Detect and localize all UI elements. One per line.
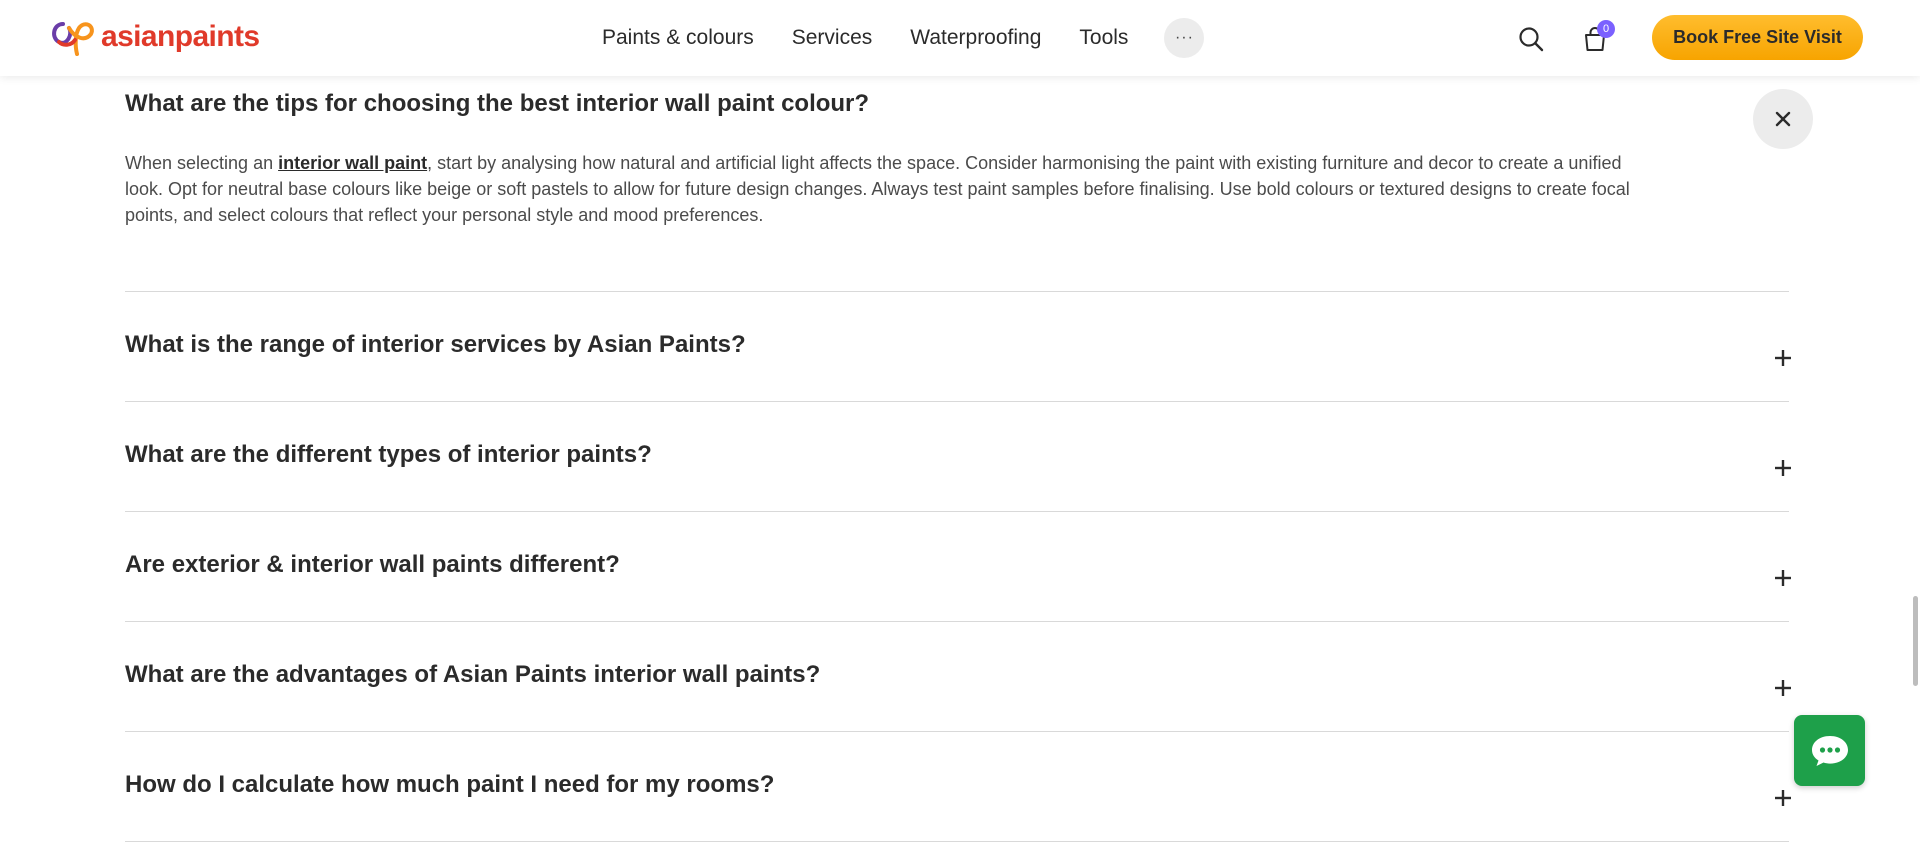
plus-icon[interactable]: [1773, 568, 1793, 588]
search-icon[interactable]: [1518, 26, 1544, 52]
faq-item-expanded: What are the tips for choosing the best …: [125, 76, 1813, 292]
faq-item-exterior-vs-interior[interactable]: Are exterior & interior wall paints diff…: [125, 512, 1791, 622]
faq-item-interior-services[interactable]: What is the range of interior services b…: [125, 292, 1791, 402]
faq-question: What is the range of interior services b…: [125, 331, 746, 358]
faq-item-advantages[interactable]: What are the advantages of Asian Paints …: [125, 622, 1791, 732]
nav-item-waterproofing[interactable]: Waterproofing: [910, 26, 1041, 50]
chat-icon[interactable]: [1794, 715, 1865, 786]
nav-item-services[interactable]: Services: [792, 26, 873, 50]
brand-wordmark: asianpaints: [101, 20, 260, 53]
plus-icon[interactable]: [1773, 678, 1793, 698]
nav-item-paints-colours[interactable]: Paints & colours: [602, 26, 754, 50]
plus-icon[interactable]: [1773, 458, 1793, 478]
brand-logo[interactable]: asianpaints: [49, 16, 260, 58]
faq-question: What are the advantages of Asian Paints …: [125, 661, 821, 688]
cart-count-badge: 0: [1597, 20, 1615, 38]
faq-question[interactable]: What are the tips for choosing the best …: [125, 90, 869, 118]
scrollbar-thumb[interactable]: [1913, 596, 1918, 686]
site-header: asianpaints Paints & colours Services Wa…: [0, 0, 1920, 76]
book-site-visit-button[interactable]: Book Free Site Visit: [1652, 15, 1863, 60]
faq-item-paint-calculation[interactable]: How do I calculate how much paint I need…: [125, 732, 1791, 842]
nav-item-tools[interactable]: Tools: [1079, 26, 1128, 50]
close-icon[interactable]: [1753, 89, 1813, 149]
logo-mark-icon: [52, 22, 94, 56]
faq-question: Are exterior & interior wall paints diff…: [125, 551, 620, 578]
plus-icon[interactable]: [1773, 348, 1793, 368]
faq-answer-intro: When selecting an: [125, 153, 279, 173]
plus-icon[interactable]: [1773, 788, 1793, 808]
faq-question: What are the different types of interior…: [125, 441, 652, 468]
faq-item-paint-types[interactable]: What are the different types of interior…: [125, 402, 1791, 512]
faq-answer: When selecting an interior wall paint, s…: [125, 150, 1655, 228]
faq-accordion: What are the tips for choosing the best …: [125, 76, 1813, 842]
main-nav: Paints & colours Services Waterproofing …: [602, 0, 1205, 76]
faq-question: How do I calculate how much paint I need…: [125, 771, 775, 798]
more-menu-button[interactable]: ···: [1164, 18, 1205, 58]
interior-wall-paint-link[interactable]: interior wall paint: [278, 153, 427, 173]
